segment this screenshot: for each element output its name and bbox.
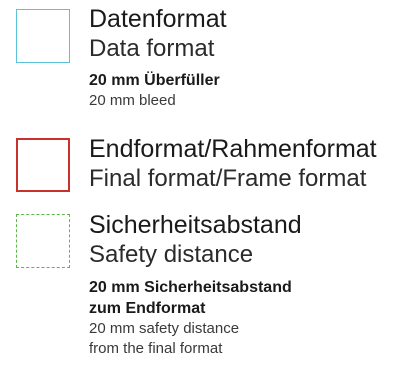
data-format-note-en: 20 mm bleed [89, 91, 413, 111]
safety-distance-title-en: Safety distance [89, 241, 254, 268]
safety-distance-note-de-line-1: 20 mm Sicherheitsabstand [89, 279, 292, 296]
data-format-text: Datenformat Data format 20 mm Überfüller… [89, 4, 413, 111]
safety-distance-note-en: 20 mm safety distance from the final for… [89, 319, 413, 359]
safety-distance-swatch [16, 214, 70, 268]
final-format-swatch [16, 138, 70, 192]
data-format-title-de: Datenformat [89, 5, 227, 33]
final-format-text: Endformat/Rahmenformat Final format/Fram… [89, 134, 413, 194]
final-format-title-de: Endformat/Rahmenformat [89, 135, 377, 163]
data-format-note-en-line: 20 mm bleed [89, 92, 176, 109]
safety-distance-note-en-line-2: from the final format [89, 340, 223, 357]
safety-distance-title-de: Sicherheitsabstand [89, 211, 302, 239]
data-format-title-en: Data format [89, 35, 215, 62]
data-format-note-de-line: 20 mm Überfüller [89, 72, 220, 89]
final-format-title-en: Final format/Frame format [89, 165, 367, 192]
safety-distance-note-en-line-1: 20 mm safety distance [89, 320, 240, 337]
data-format-swatch [16, 9, 70, 63]
safety-distance-text: Sicherheitsabstand Safety distance 20 mm… [89, 210, 413, 359]
safety-distance-note-de: 20 mm Sicherheitsabstand zum Endformat [89, 277, 413, 319]
data-format-note-de: 20 mm Überfüller [89, 70, 413, 91]
safety-distance-note-de-line-2: zum Endformat [89, 300, 206, 317]
